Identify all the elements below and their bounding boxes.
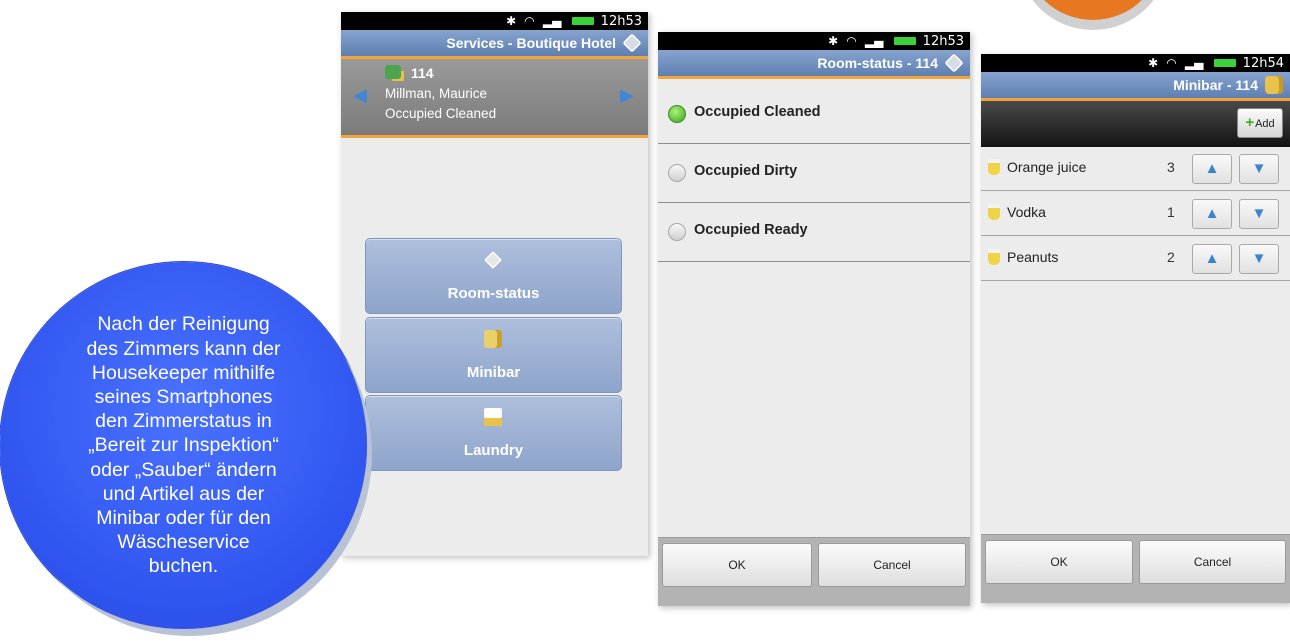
increment-up-arrow-icon[interactable]: ▲ [1192,244,1232,274]
room-icon [385,65,401,79]
increment-up-arrow-icon[interactable]: ▲ [1192,154,1232,184]
minibar-screen: ✱ ◠ ▂▄ 12h54 Minibar - 114 +Add Orange j… [981,54,1290,603]
bluetooth-icon: ✱ [828,34,839,48]
cancel-button[interactable]: Cancel [818,543,966,587]
room-header: ◀ 114 Millman, Maurice Occupied Cleaned … [341,59,648,138]
radio-selected-icon[interactable] [668,105,686,123]
room-status-text: Occupied Cleaned [385,106,497,121]
add-item-button[interactable]: +Add [1237,108,1283,138]
laundry-icon [484,408,502,426]
info-line: und Artikel aus der [102,482,265,505]
status-time: 12h53 [600,14,642,29]
add-label: Add [1255,118,1275,130]
info-line: Minibar oder für den [96,507,271,529]
plus-icon: + [1245,114,1255,131]
wifi-icon: ◠ [524,14,535,28]
minibar-toolbar: +Add [981,101,1290,147]
wifi-icon: ◠ [846,34,857,48]
ok-button[interactable]: OK [662,543,812,587]
app-title-bar: Services - Boutique Hotel [341,30,648,59]
status-option-label: Occupied Cleaned [694,104,821,120]
info-line: oder „Sauber“ ändern [90,458,277,481]
status-bar: ✱ ◠ ▂▄ 12h53 [341,12,648,30]
tag-icon [622,33,642,53]
decorative-orange-bubble [1023,0,1163,20]
app-title: Services - Boutique Hotel [446,35,616,51]
info-line: Nach der Reinigung [97,313,270,336]
status-option-occupied-ready[interactable]: Occupied Ready [658,203,970,262]
info-bubble: Nach der Reinigung des Zimmers kann der … [0,262,367,629]
minibar-item-orange-juice: Orange juice 3 ▲ ▼ [981,146,1290,191]
status-option-label: Occupied Ready [694,222,808,238]
room-status-screen: ✱ ◠ ▂▄ 12h53 Room-status - 114 Occupied … [658,32,970,606]
increment-up-arrow-icon[interactable]: ▲ [1192,199,1232,229]
item-quantity: 3 [1167,159,1175,175]
signal-icon: ▂▄ [1184,56,1204,70]
signal-icon: ▂▄ [864,34,884,48]
status-option-label: Occupied Dirty [694,163,798,179]
decrement-down-arrow-icon[interactable]: ▼ [1239,199,1279,229]
info-line: buchen. [148,555,219,578]
action-bar: OK Cancel [981,534,1290,603]
bluetooth-icon: ✱ [1148,56,1159,70]
decrement-down-arrow-icon[interactable]: ▼ [1239,244,1279,274]
status-bar: ✱ ◠ ▂▄ 12h53 [658,32,970,50]
drink-icon [988,204,1000,220]
status-bar: ✱ ◠ ▂▄ 12h54 [981,54,1290,72]
info-line: den Zimmerstatus in [95,410,272,433]
status-time: 12h54 [1242,56,1284,71]
info-bubble-text: Nach der Reinigung des Zimmers kann der … [55,272,312,619]
wifi-icon: ◠ [1166,56,1177,70]
minibar-title: Minibar - 114 [1173,77,1258,93]
tag-icon [484,251,502,269]
drink-icon [988,249,1000,265]
item-name: Orange juice [1007,159,1087,175]
drink-icon [988,159,1000,175]
item-quantity: 1 [1167,204,1175,220]
bottles-icon [484,330,502,348]
minibar-item-vodka: Vodka 1 ▲ ▼ [981,191,1290,236]
services-screen: ✱ ◠ ▂▄ 12h53 Services - Boutique Hotel ◀… [341,12,648,556]
info-line: Housekeeper mithilfe [91,361,276,384]
tag-icon [944,53,964,73]
info-line: „Bereit zur Inspektion“ [88,434,279,457]
info-line: Wäscheservice [117,531,250,554]
laundry-button[interactable]: Laundry [365,395,622,471]
item-name: Peanuts [1007,249,1059,265]
ok-button[interactable]: OK [985,540,1133,584]
previous-room-arrow-icon[interactable]: ◀ [353,85,367,106]
cancel-button[interactable]: Cancel [1139,540,1286,584]
status-option-occupied-dirty[interactable]: Occupied Dirty [658,144,970,203]
bottles-icon [1265,76,1283,94]
minibar-button-label: Minibar [466,364,521,381]
battery-icon [571,17,594,25]
radio-unselected-icon[interactable] [668,223,686,241]
status-option-occupied-cleaned[interactable]: Occupied Cleaned [658,85,970,144]
room-status-title-bar: Room-status - 114 [658,50,970,79]
guest-name: Millman, Maurice [385,86,488,101]
battery-icon [1213,59,1236,67]
decrement-down-arrow-icon[interactable]: ▼ [1239,154,1279,184]
room-status-button-label: Room-status [447,285,540,302]
info-line: seines Smartphones [94,385,273,408]
item-quantity: 2 [1167,249,1175,265]
item-name: Vodka [1007,204,1046,220]
room-status-title: Room-status - 114 [817,55,938,71]
room-status-button[interactable]: Room-status [365,238,622,314]
next-room-arrow-icon[interactable]: ▶ [620,85,634,106]
signal-icon: ▂▄ [542,14,562,28]
radio-unselected-icon[interactable] [668,164,686,182]
bluetooth-icon: ✱ [506,14,517,28]
laundry-button-label: Laundry [463,442,524,459]
minibar-item-peanuts: Peanuts 2 ▲ ▼ [981,236,1290,281]
minibar-button[interactable]: Minibar [365,317,622,393]
room-number: 114 [411,65,434,81]
action-bar: OK Cancel [658,537,970,606]
battery-icon [893,37,916,45]
status-time: 12h53 [922,34,964,49]
info-line: des Zimmers kann der [86,337,281,360]
minibar-title-bar: Minibar - 114 [981,72,1290,101]
